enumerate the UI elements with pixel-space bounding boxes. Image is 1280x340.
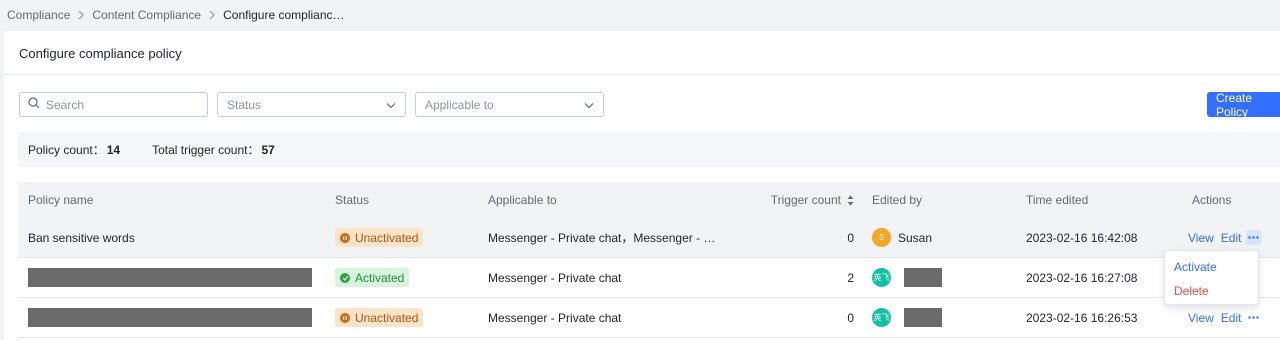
- trigger-count-label: Total trigger count：: [152, 143, 260, 157]
- trigger-count-value: 57: [261, 142, 275, 157]
- policy-name: [28, 258, 312, 297]
- policy-count-label: Policy count：: [28, 143, 105, 157]
- divider: [4, 74, 1280, 75]
- trigger-count: 0: [847, 310, 854, 325]
- breadcrumb-current: Configure complianc…: [223, 8, 345, 22]
- avatar: S: [872, 228, 891, 247]
- stats-bar: Policy count： 14 Total trigger count： 57: [18, 132, 1280, 167]
- breadcrumb-content-compliance[interactable]: Content Compliance: [92, 8, 201, 22]
- view-link[interactable]: View: [1188, 231, 1214, 245]
- status-text: Activated: [355, 270, 405, 285]
- header-policy-name: Policy name: [28, 193, 94, 207]
- view-link[interactable]: View: [1188, 311, 1214, 325]
- edited-by: S Susan: [872, 218, 932, 257]
- check-icon: [340, 272, 350, 283]
- status-cell: Unactivated: [335, 298, 424, 337]
- chevron-down-icon: [584, 98, 594, 112]
- edit-link[interactable]: Edit: [1221, 311, 1242, 325]
- avatar: 英飞: [872, 268, 891, 287]
- avatar: 英飞: [872, 308, 891, 327]
- time-edited: 2023-02-16 16:26:53: [1026, 310, 1138, 325]
- applicable-to: Messenger - Private chat，Messenger - …: [488, 231, 716, 245]
- policy-count-value: 14: [106, 142, 121, 157]
- applicable-to: Messenger - Private chat: [488, 310, 622, 325]
- table-row: Ban sensitive words Unactivated Messenge…: [18, 218, 1280, 258]
- table-row: Activated Messenger - Private chat 2 英飞 …: [18, 258, 1280, 298]
- applicable-to-select[interactable]: Applicable to: [415, 92, 604, 117]
- chevron-down-icon: [386, 98, 396, 112]
- breadcrumb: Compliance Content Compliance Configure …: [7, 0, 345, 30]
- policy-name: Ban sensitive words: [28, 230, 135, 245]
- more-actions-menu: Activate Delete: [1164, 250, 1259, 305]
- search-input[interactable]: Search: [19, 92, 208, 117]
- edit-link[interactable]: Edit: [1221, 231, 1242, 245]
- policy-name: [28, 298, 312, 337]
- policy-table: Policy name Status Applicable to Trigger…: [18, 182, 1280, 338]
- status-select[interactable]: Status: [217, 92, 406, 117]
- status-cell: Activated: [335, 258, 410, 297]
- header-actions: Actions: [1192, 193, 1232, 207]
- editor-name: Susan: [898, 230, 933, 245]
- chevron-right-icon: [77, 10, 85, 20]
- redacted-block: [28, 268, 312, 287]
- applicable-select-placeholder: Applicable to: [425, 97, 494, 112]
- header-time-edited: Time edited: [1026, 193, 1089, 207]
- redacted-block: [28, 308, 312, 327]
- table-header: Policy name Status Applicable to Trigger…: [18, 182, 1280, 218]
- status-text: Unactivated: [355, 310, 419, 325]
- status-badge: Unactivated: [335, 228, 424, 247]
- status-badge: Activated: [335, 268, 410, 287]
- page-title: Configure compliance policy: [19, 46, 182, 61]
- pause-icon: [340, 232, 350, 243]
- status-text: Unactivated: [355, 230, 419, 245]
- applicable-to: Messenger - Private chat: [488, 270, 622, 285]
- menu-item-activate[interactable]: Activate: [1165, 255, 1258, 279]
- search-icon: [28, 97, 40, 112]
- sort-icon[interactable]: [847, 195, 854, 206]
- edited-by: 英飞: [872, 298, 942, 337]
- header-trigger-count[interactable]: Trigger count: [738, 182, 854, 218]
- search-placeholder: Search: [46, 97, 85, 112]
- breadcrumb-compliance[interactable]: Compliance: [7, 8, 70, 22]
- more-icon[interactable]: [1246, 310, 1261, 325]
- trigger-count: 2: [847, 270, 854, 285]
- status-cell: Unactivated: [335, 218, 424, 257]
- create-policy-button[interactable]: Create Policy: [1207, 91, 1280, 119]
- time-edited: 2023-02-16 16:27:08: [1026, 270, 1138, 285]
- redacted-block: [904, 308, 942, 327]
- menu-item-delete[interactable]: Delete: [1165, 279, 1258, 303]
- time-edited: 2023-02-16 16:42:08: [1026, 230, 1138, 245]
- more-icon[interactable]: [1246, 230, 1262, 245]
- table-row: Unactivated Messenger - Private chat 0 英…: [18, 298, 1280, 338]
- redacted-block: [904, 268, 942, 287]
- status-select-placeholder: Status: [227, 97, 262, 112]
- chevron-right-icon: [208, 10, 216, 20]
- pause-icon: [340, 312, 350, 323]
- edited-by: 英飞: [872, 258, 942, 297]
- header-trigger-label: Trigger count: [770, 193, 841, 207]
- header-edited-by: Edited by: [872, 193, 923, 207]
- trigger-count: 0: [847, 230, 854, 245]
- main-panel: Configure compliance policy Search Statu…: [4, 31, 1280, 340]
- status-badge: Unactivated: [335, 308, 424, 327]
- header-applicable: Applicable to: [488, 193, 557, 207]
- header-status: Status: [335, 193, 370, 207]
